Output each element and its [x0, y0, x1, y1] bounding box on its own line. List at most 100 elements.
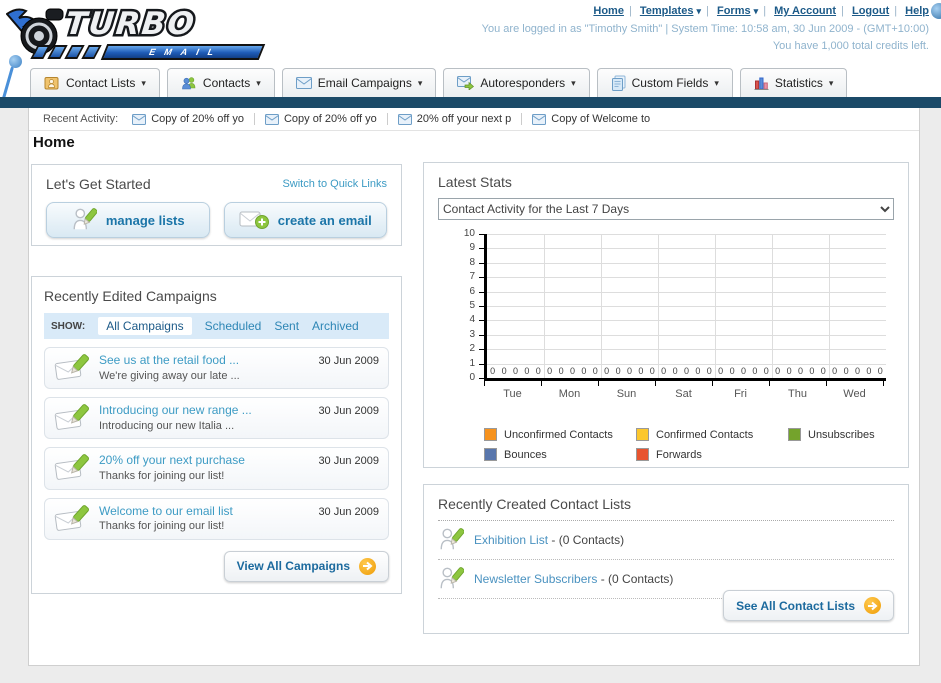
- nav-link-templates[interactable]: Templates: [640, 5, 694, 17]
- envelope-icon: [264, 113, 279, 125]
- tab-autoresponders[interactable]: Autoresponders ▾: [443, 68, 590, 97]
- campaign-title-link[interactable]: Introducing our new range ...: [99, 402, 309, 419]
- legend-swatch-unconfirmed: [484, 428, 497, 441]
- campaign-title-link[interactable]: 20% off your next purchase: [99, 452, 309, 469]
- recent-activity-item[interactable]: 20% off your next p: [397, 113, 523, 125]
- filter-archived[interactable]: Archived: [312, 319, 359, 333]
- chart-plot-area: 00000000000000000000000000000000000: [484, 234, 886, 381]
- campaign-date: 30 Jun 2009: [318, 355, 379, 367]
- campaign-date: 30 Jun 2009: [318, 455, 379, 468]
- campaign-subtitle: Thanks for joining our list!: [99, 520, 225, 533]
- custom-fields-icon: [611, 75, 626, 91]
- campaign-row[interactable]: 20% off your next purchase Thanks for jo…: [44, 447, 389, 490]
- envelope-arrow-icon: [457, 76, 475, 90]
- campaign-subtitle: Introducing our new Italia ...: [99, 419, 235, 432]
- svg-text:TURBO: TURBO: [64, 6, 198, 42]
- contact-list-link[interactable]: Newsletter Subscribers: [474, 572, 597, 586]
- tab-contact-lists[interactable]: Contact Lists ▾: [30, 68, 160, 97]
- person-pencil-icon: [440, 567, 464, 589]
- filter-sent[interactable]: Sent: [274, 319, 299, 333]
- chevron-down-icon: ▾: [141, 77, 146, 88]
- legend-item: Forwards: [636, 448, 788, 461]
- switch-quick-links-link[interactable]: Switch to Quick Links: [282, 178, 387, 190]
- get-started-panel: Let's Get Started Switch to Quick Links …: [31, 164, 402, 246]
- person-pencil-icon: [440, 528, 464, 550]
- contact-list-row[interactable]: Exhibition List - (0 Contacts): [438, 521, 894, 560]
- chevron-down-icon: ▾: [256, 77, 261, 88]
- create-email-label: create an email: [277, 212, 372, 228]
- manage-lists-label: manage lists: [105, 212, 185, 228]
- campaign-subtitle: We're giving away our late ...: [99, 369, 240, 382]
- tab-statistics[interactable]: Statistics ▾: [739, 68, 848, 97]
- envelope-pencil-icon: [54, 404, 90, 431]
- create-email-button[interactable]: create an email: [223, 202, 387, 238]
- contact-count: - (0 Contacts): [551, 533, 625, 547]
- nav-link-forms[interactable]: Forms: [717, 5, 751, 17]
- envelope-plus-icon: [239, 211, 269, 229]
- chevron-down-icon: ▾: [714, 77, 719, 88]
- envelope-icon: [295, 77, 312, 89]
- campaigns-title: Recently Edited Campaigns: [44, 288, 217, 304]
- campaign-title-link[interactable]: See us at the retail food ...: [99, 352, 309, 369]
- main-nav-tabs: Contact Lists ▾ Contacts ▾ Email Campaig…: [30, 68, 854, 97]
- tab-contacts[interactable]: Contacts ▾: [166, 68, 275, 97]
- callout-pin-right: [931, 3, 941, 19]
- nav-link-help[interactable]: Help: [905, 5, 929, 17]
- campaigns-panel: Recently Edited Campaigns SHOW: All Camp…: [31, 276, 402, 594]
- manage-lists-button[interactable]: manage lists: [46, 202, 210, 238]
- campaign-row[interactable]: Welcome to our email list Thanks for joi…: [44, 497, 389, 540]
- recent-activity-item[interactable]: Copy of 20% off yo: [132, 113, 255, 125]
- contacts-icon: [182, 77, 196, 90]
- view-all-campaigns-label: View All Campaigns: [236, 559, 350, 574]
- tab-email-campaigns[interactable]: Email Campaigns ▾: [281, 68, 437, 97]
- campaign-row[interactable]: See us at the retail food ... We're givi…: [44, 347, 389, 390]
- logo-wordmark: TURBO: [61, 2, 267, 49]
- envelope-pencil-icon: [54, 504, 90, 531]
- logo-email-bar: EMAIL: [30, 44, 266, 60]
- show-label: SHOW:: [51, 320, 86, 332]
- login-info: You are logged in as "Timothy Smith" | S…: [482, 21, 929, 54]
- nav-link-home[interactable]: Home: [593, 5, 624, 17]
- view-all-campaigns-button[interactable]: View All Campaigns: [223, 550, 389, 582]
- legend-item: Bounces: [484, 448, 636, 461]
- arrow-right-icon: [359, 557, 376, 575]
- nav-link-logout[interactable]: Logout: [852, 5, 889, 17]
- tab-label: Email Campaigns: [317, 76, 412, 90]
- legend-swatch-confirmed: [636, 428, 649, 441]
- get-started-title: Let's Get Started: [46, 176, 151, 192]
- recent-activity-item[interactable]: Copy of 20% off yo: [264, 113, 388, 125]
- filter-all-campaigns[interactable]: All Campaigns: [98, 317, 192, 335]
- envelope-icon: [397, 113, 412, 125]
- chevron-down-icon: ▾: [571, 77, 576, 88]
- contact-list-link[interactable]: Exhibition List: [474, 533, 548, 547]
- bar-chart-icon: [754, 77, 769, 90]
- campaign-date: 30 Jun 2009: [318, 405, 379, 418]
- see-all-contact-lists-button[interactable]: See All Contact Lists: [723, 590, 894, 621]
- campaign-title-link[interactable]: Welcome to our email list: [99, 503, 309, 520]
- turbo-email-logo[interactable]: TURBO EMAIL: [5, 2, 276, 66]
- chevron-down-icon: ▾: [828, 77, 834, 88]
- recent-activity-label: Recent Activity:: [43, 113, 119, 125]
- chevron-down-icon: ▾: [417, 77, 423, 88]
- filter-scheduled[interactable]: Scheduled: [205, 319, 262, 333]
- stats-period-select[interactable]: Contact Activity for the Last 7 Days: [438, 198, 894, 220]
- arrow-right-icon: [864, 597, 881, 614]
- recent-activity-bar: Recent Activity: Copy of 20% off yo Copy…: [29, 108, 919, 131]
- tab-label: Contacts: [202, 76, 251, 90]
- campaign-row[interactable]: Introducing our new range ... Introducin…: [44, 397, 389, 440]
- campaign-date: 30 Jun 2009: [318, 505, 379, 518]
- legend-swatch-forwards: [636, 448, 649, 461]
- contact-lists-panel: Recently Created Contact Lists Exhibitio…: [423, 484, 909, 634]
- campaign-filter-bar: SHOW: All Campaigns Scheduled Sent Archi…: [44, 313, 389, 339]
- see-all-contact-lists-label: See All Contact Lists: [736, 598, 855, 613]
- campaign-subtitle: Thanks for joining our list!: [99, 470, 225, 483]
- nav-link-my-account[interactable]: My Account: [774, 5, 836, 17]
- recent-activity-item[interactable]: Copy of Welcome to: [532, 113, 660, 125]
- person-pencil-icon: [73, 208, 97, 230]
- tab-custom-fields[interactable]: Custom Fields ▾: [596, 68, 733, 97]
- envelope-pencil-icon: [54, 354, 90, 380]
- legend-item: Unsubscribes: [788, 428, 894, 441]
- latest-stats-panel: Latest Stats Contact Activity for the La…: [423, 162, 909, 468]
- legend-item: Confirmed Contacts: [636, 428, 788, 441]
- login-line1: You are logged in as "Timothy Smith" | S…: [481, 23, 929, 35]
